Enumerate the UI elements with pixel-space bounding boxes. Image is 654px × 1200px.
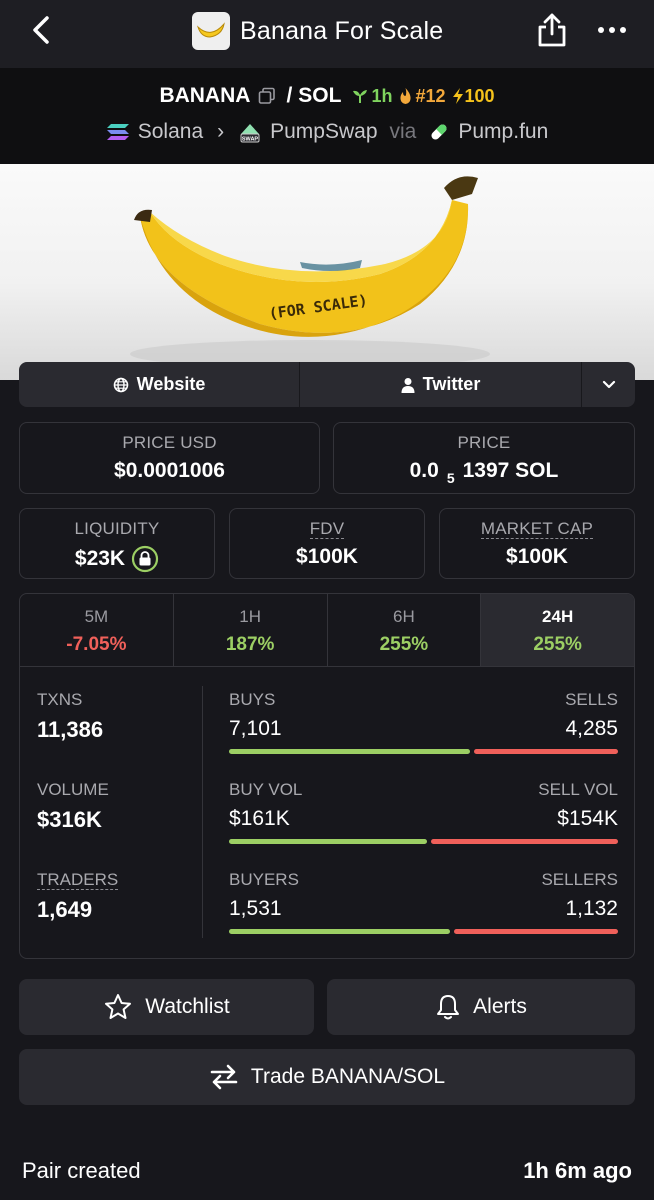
globe-icon <box>113 377 128 392</box>
traders-row: TRADERS 1,649 BUYERS SELLERS 1,531 1,132 <box>20 870 634 950</box>
launchpad-name[interactable]: Pump.fun <box>458 120 548 144</box>
fdv-value: $100K <box>296 545 358 568</box>
pill-icon <box>431 124 447 140</box>
more-options-icon[interactable] <box>596 18 628 42</box>
price-native-card: PRICE 0.0 5 1397 SOL <box>333 422 635 494</box>
price-usd-value: $0.0001006 <box>114 459 225 482</box>
pair-title: BANANA / SOL 1h #12 100 <box>0 84 654 108</box>
links-row: Website Twitter <box>19 362 635 407</box>
buyers-sellers-bar <box>229 929 618 934</box>
volume-stat: VOLUME $316K <box>37 780 109 832</box>
liquidity-label: LIQUIDITY <box>74 519 160 538</box>
top-bar: Banana For Scale <box>0 0 654 68</box>
website-button[interactable]: Website <box>19 362 300 407</box>
pair-info-bar: BANANA / SOL 1h #12 100 Solana › SWAP Pu… <box>0 68 654 164</box>
price-native-value: 0.0 5 1397 SOL <box>409 459 559 486</box>
liquidity-value-row: $23K <box>20 545 214 573</box>
pair-created-value: 1h 6m ago <box>523 1158 632 1183</box>
bell-icon <box>437 995 460 1020</box>
market-cap-value: $100K <box>506 545 568 568</box>
pumpswap-logo-text: SWAP <box>242 137 259 143</box>
app-header: Banana For Scale <box>192 12 443 50</box>
buys-sells-stat: BUYS SELLS 7,101 4,285 <box>229 690 618 754</box>
user-icon <box>401 377 415 393</box>
tab-6h[interactable]: 6H 255% <box>328 594 482 666</box>
more-links-button[interactable] <box>582 362 635 407</box>
token-banner-image: (FOR SCALE) <box>0 164 654 380</box>
price-usd-card: PRICE USD $0.0001006 <box>19 422 320 494</box>
app-title: Banana For Scale <box>240 16 444 45</box>
copy-icon[interactable] <box>258 87 276 105</box>
fdv-card: FDV $100K <box>229 508 425 579</box>
alerts-button[interactable]: Alerts <box>327 979 635 1035</box>
lightning-icon <box>452 88 463 104</box>
tab-24h[interactable]: 24H 255% <box>481 594 634 666</box>
market-cap-label: MARKET CAP <box>480 519 594 539</box>
volume-bar <box>229 839 618 844</box>
lock-icon[interactable] <box>131 545 159 573</box>
txns-stat: TXNS 11,386 <box>37 690 104 742</box>
liquidity-card: LIQUIDITY $23K <box>19 508 215 579</box>
buys-sells-bar <box>229 749 618 754</box>
pair-breadcrumb: Solana › SWAP PumpSwap via Pump.fun <box>0 120 654 144</box>
chain-name[interactable]: Solana <box>138 120 203 144</box>
banana-logo-icon <box>192 12 230 50</box>
quote-token: SOL <box>298 84 342 107</box>
trade-button[interactable]: Trade BANANA/SOL <box>19 1049 635 1105</box>
pair-separator: / <box>286 84 293 107</box>
twitter-button[interactable]: Twitter <box>300 362 582 407</box>
dex-name[interactable]: PumpSwap <box>270 120 377 144</box>
base-token: BANANA <box>159 84 251 107</box>
share-icon[interactable] <box>535 12 569 48</box>
star-icon <box>105 994 132 1019</box>
pumpswap-icon: SWAP <box>240 124 260 143</box>
flame-icon <box>400 88 412 104</box>
volume-row: VOLUME $316K BUY VOL SELL VOL $161K $154K <box>20 780 634 860</box>
txns-row: TXNS 11,386 BUYS SELLS 7,101 4,285 <box>20 690 634 770</box>
chevron-right-icon: › <box>217 120 225 143</box>
stats-panel: 5M -7.05% 1H 187% 6H 255% 24H 255% TXNS … <box>19 593 635 959</box>
price-usd-label: PRICE USD <box>122 433 217 452</box>
traders-stat: TRADERS 1,649 <box>37 870 119 922</box>
via-label: via <box>389 120 417 143</box>
solana-icon <box>106 124 129 140</box>
pair-created-label: Pair created <box>22 1158 141 1183</box>
tab-5m[interactable]: 5M -7.05% <box>20 594 174 666</box>
pair-created-row: Pair created 1h 6m ago <box>22 1158 632 1184</box>
back-icon[interactable] <box>26 14 58 46</box>
chevron-down-icon <box>602 380 615 388</box>
buy-sell-volume-stat: BUY VOL SELL VOL $161K $154K <box>229 780 618 844</box>
swap-arrows-icon <box>210 1064 238 1090</box>
market-cap-card: MARKET CAP $100K <box>439 508 635 579</box>
watchlist-button[interactable]: Watchlist <box>19 979 314 1035</box>
tab-1h[interactable]: 1H 187% <box>174 594 328 666</box>
age-badge: 1h <box>351 86 392 107</box>
boost-badge: 100 <box>452 86 495 107</box>
trending-rank-badge: #12 <box>398 86 446 107</box>
buyers-sellers-stat: BUYERS SELLERS 1,531 1,132 <box>229 870 618 934</box>
price-native-label: PRICE <box>457 433 511 452</box>
sprout-icon <box>353 90 368 103</box>
fdv-label: FDV <box>309 519 345 539</box>
timeframe-tabs: 5M -7.05% 1H 187% 6H 255% 24H 255% <box>20 594 634 667</box>
liquidity-value: $23K <box>74 547 126 570</box>
